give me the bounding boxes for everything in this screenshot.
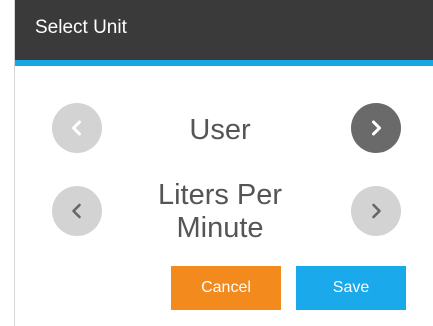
row2-prev-button[interactable]: [52, 186, 102, 236]
row2-value-line2: Minute: [176, 212, 264, 244]
save-button[interactable]: Save: [296, 266, 406, 310]
chevron-left-icon: [72, 120, 81, 136]
row2-next-button[interactable]: [351, 186, 401, 236]
dialog-titlebar: Select Unit: [15, 0, 433, 60]
row1-prev-button[interactable]: [52, 103, 102, 153]
select-unit-dialog: Select Unit User Liters Per Minute Cance…: [14, 0, 433, 326]
row1-next-button[interactable]: [351, 103, 401, 153]
row2-value: Liters Per Minute: [125, 179, 315, 245]
cancel-button[interactable]: Cancel: [171, 266, 281, 310]
dialog-title: Select Unit: [35, 17, 127, 38]
titlebar-accent-bar: [15, 60, 433, 66]
row2-value-line1: Liters Per: [157, 179, 283, 211]
chevron-left-icon: [72, 203, 81, 219]
row1-value: User: [189, 114, 251, 146]
chevron-right-icon: [372, 120, 381, 136]
chevron-right-icon: [372, 203, 381, 219]
